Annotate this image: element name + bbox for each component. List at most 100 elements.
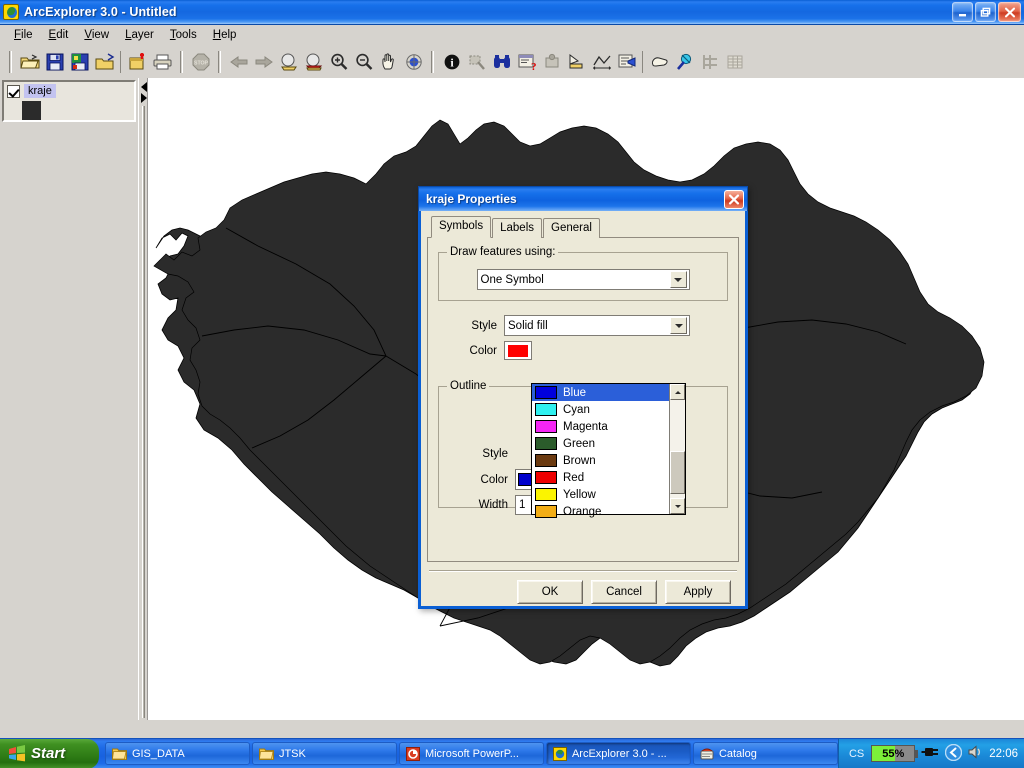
- cancel-button[interactable]: Cancel: [591, 580, 657, 604]
- find-binoculars-icon[interactable]: [489, 50, 514, 75]
- folder-icon: [258, 747, 274, 760]
- scrollbar-track[interactable]: [670, 400, 685, 498]
- taskbar-button[interactable]: Catalog: [692, 742, 838, 765]
- toolbar-separator: [120, 51, 122, 73]
- fill-style-combo[interactable]: Solid fill: [504, 315, 690, 336]
- scroll-up-button[interactable]: [670, 384, 685, 400]
- zoom-out-icon[interactable]: [351, 50, 376, 75]
- fill-color-swatch-box[interactable]: [504, 341, 532, 360]
- taskbar-button[interactable]: Microsoft PowerP...: [398, 742, 544, 765]
- layer-list[interactable]: kraje: [2, 80, 136, 122]
- query-builder-icon[interactable]: ?: [514, 50, 539, 75]
- taskbar-button[interactable]: ArcExplorer 3.0 - ...: [545, 742, 691, 765]
- color-option-blue[interactable]: Blue: [532, 384, 669, 401]
- battery-indicator[interactable]: 55%: [871, 745, 919, 762]
- language-indicator[interactable]: CS: [849, 748, 864, 760]
- symbols-tab-panel: Draw features using: One Symbol Style So…: [427, 237, 739, 562]
- color-option-magenta[interactable]: Magenta: [532, 418, 669, 435]
- color-option-yellow[interactable]: Yellow: [532, 486, 669, 503]
- color-swatch: [535, 403, 557, 416]
- color-option-green[interactable]: Green: [532, 435, 669, 452]
- open-project-icon[interactable]: [92, 50, 117, 75]
- dialog-body: Symbols Labels General Draw features usi…: [421, 211, 745, 606]
- zoom-to-full-extent-icon[interactable]: [276, 50, 301, 75]
- zoom-in-icon[interactable]: [326, 50, 351, 75]
- maximize-button[interactable]: [975, 2, 996, 22]
- measure-icon[interactable]: [564, 50, 589, 75]
- close-button[interactable]: [998, 2, 1021, 22]
- menu-edit[interactable]: Edit: [41, 27, 77, 43]
- map-tips-icon[interactable]: [672, 50, 697, 75]
- color-option-label: Cyan: [563, 403, 590, 416]
- power-plug-icon[interactable]: [920, 744, 940, 763]
- color-swatch: [535, 437, 557, 450]
- dialog-close-button[interactable]: [724, 189, 744, 209]
- color-option-label: Brown: [563, 454, 596, 467]
- start-button[interactable]: Start: [0, 738, 99, 768]
- layer-visibility-checkbox[interactable]: [7, 84, 20, 98]
- layer-item-kraje[interactable]: kraje: [4, 82, 134, 98]
- fill-color-label: Color: [469, 344, 497, 357]
- pan-hand-icon[interactable]: [376, 50, 401, 75]
- layer-name-label[interactable]: kraje: [24, 84, 56, 98]
- taskbar-button-label: Catalog: [718, 747, 757, 760]
- panel-splitter[interactable]: [138, 78, 147, 720]
- fill-color-swatch: [508, 344, 528, 357]
- color-option-label: Yellow: [563, 488, 596, 501]
- dialog-tabs: Symbols Labels General: [427, 216, 739, 238]
- tab-labels[interactable]: Labels: [492, 218, 542, 238]
- print-icon[interactable]: [150, 50, 175, 75]
- menu-tools[interactable]: Tools: [162, 27, 205, 43]
- menu-view[interactable]: View: [76, 27, 117, 43]
- draw-features-combo[interactable]: One Symbol: [476, 269, 690, 290]
- color-option-brown[interactable]: Brown: [532, 452, 669, 469]
- color-options-list[interactable]: Blue Cyan Magenta Green Brown Red Yellow Orange: [532, 384, 669, 518]
- color-option-cyan[interactable]: Cyan: [532, 401, 669, 418]
- apply-button[interactable]: Apply: [665, 580, 731, 604]
- zoom-to-active-layer-icon[interactable]: [301, 50, 326, 75]
- chevron-left-icon[interactable]: [945, 743, 963, 764]
- color-option-label: Green: [563, 437, 595, 450]
- clock[interactable]: 22:06: [989, 748, 1018, 760]
- splitter-grip[interactable]: [142, 106, 145, 718]
- window-title: ArcExplorer 3.0 - Untitled: [24, 5, 177, 19]
- eraser-icon[interactable]: [647, 50, 672, 75]
- chevron-down-icon[interactable]: [670, 317, 687, 334]
- chevron-right-icon[interactable]: [140, 93, 147, 103]
- save-project-icon[interactable]: [67, 50, 92, 75]
- previous-extent-icon: [226, 50, 251, 75]
- color-option-red[interactable]: Red: [532, 469, 669, 486]
- color-option-orange[interactable]: Orange: [532, 503, 669, 520]
- chevron-left-icon[interactable]: [140, 82, 147, 92]
- layer-properties-icon[interactable]: [614, 50, 639, 75]
- speaker-icon[interactable]: [967, 744, 984, 763]
- minimize-button[interactable]: [952, 2, 973, 22]
- dialog-button-bar: OK Cancel Apply: [427, 572, 739, 604]
- add-layer-icon[interactable]: [125, 50, 150, 75]
- tab-general[interactable]: General: [543, 218, 600, 238]
- measure-distance-icon[interactable]: [589, 50, 614, 75]
- taskbar-button-label: GIS_DATA: [131, 747, 185, 760]
- scrollbar-thumb[interactable]: [670, 450, 685, 495]
- menu-layer[interactable]: Layer: [117, 27, 162, 43]
- stop-icon: STOP: [188, 50, 213, 75]
- color-dropdown-list[interactable]: Blue Cyan Magenta Green Brown Red Yellow Orange: [531, 383, 686, 518]
- ok-button[interactable]: OK: [517, 580, 583, 604]
- menu-file[interactable]: FFileile: [6, 27, 41, 43]
- menu-help[interactable]: Help: [205, 27, 245, 43]
- color-dropdown-scrollbar[interactable]: [669, 384, 685, 514]
- arccatalog-icon: [700, 747, 714, 761]
- open-folder-icon[interactable]: [17, 50, 42, 75]
- draw-features-group: Draw features using: One Symbol: [438, 246, 728, 301]
- chevron-down-icon[interactable]: [669, 271, 687, 288]
- globe-icon[interactable]: [401, 50, 426, 75]
- color-option-label: Blue: [563, 386, 587, 399]
- system-tray: CS 55% 22:06: [837, 738, 1024, 768]
- taskbar-button[interactable]: GIS_DATA: [104, 742, 250, 765]
- taskbar-button[interactable]: JTSK: [251, 742, 397, 765]
- tab-symbols[interactable]: Symbols: [431, 216, 492, 238]
- save-icon[interactable]: [42, 50, 67, 75]
- scroll-down-button[interactable]: [670, 498, 685, 514]
- identify-icon[interactable]: i: [439, 50, 464, 75]
- arcexplorer-globe-icon: [3, 4, 19, 20]
